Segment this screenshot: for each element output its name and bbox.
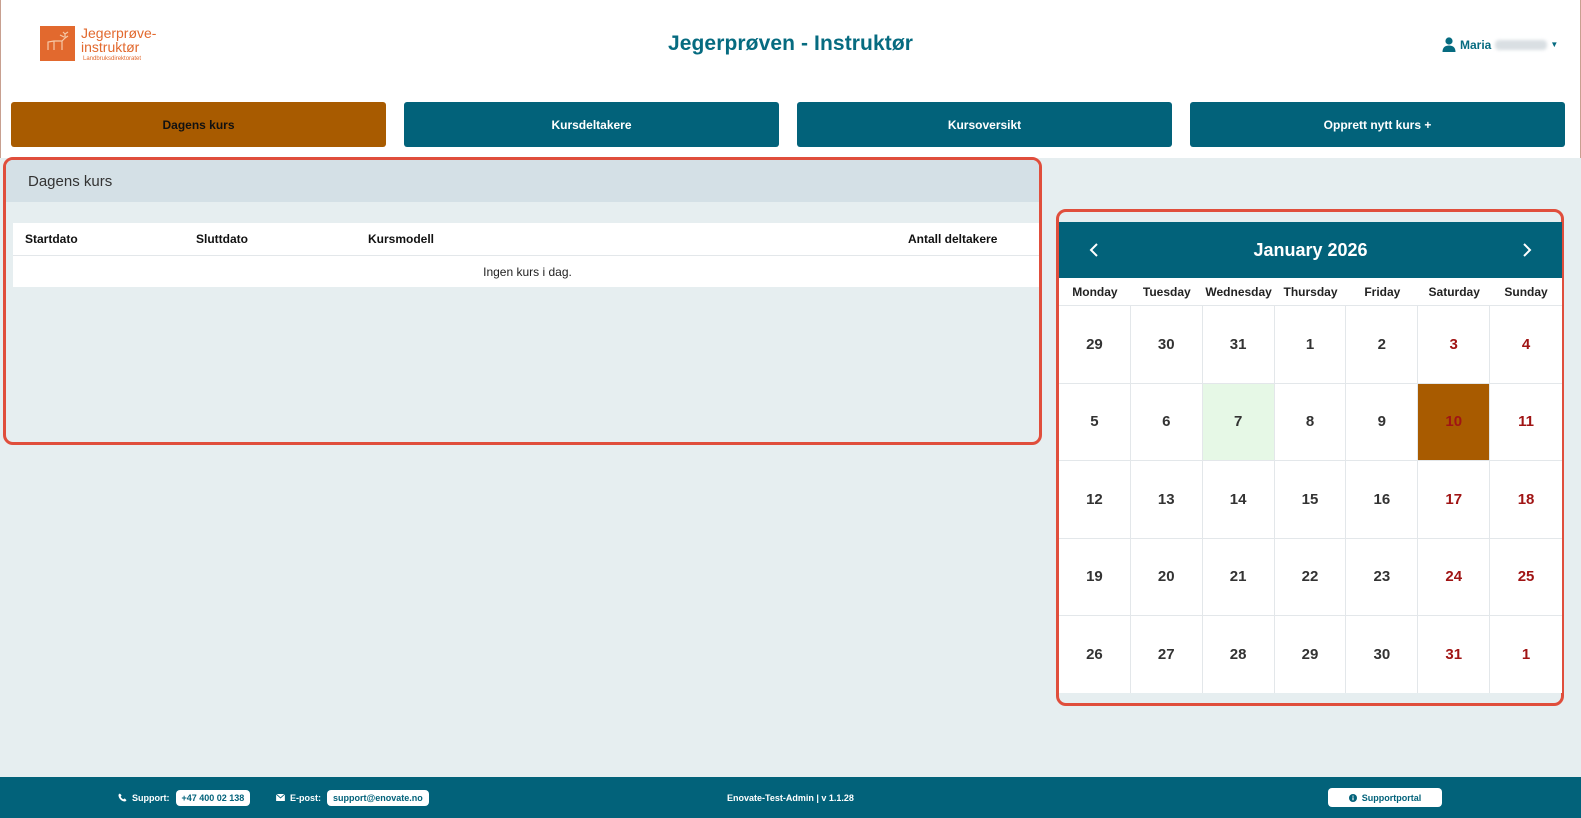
calendar-day[interactable]: 5 (1059, 383, 1131, 461)
support-portal-button[interactable]: Supportportal (1328, 788, 1442, 807)
column-header-startdato[interactable]: Startdato (25, 232, 78, 246)
calendar-day[interactable]: 3 (1418, 306, 1491, 384)
calendar-grid: 29 30 31 1 2 3 4 5 6 7 8 9 10 11 12 13 14 15 16 17 18 19 20 21 2… (1059, 306, 1562, 693)
calendar-day[interactable]: 27 (1130, 616, 1203, 693)
calendar-day[interactable]: 9 (1346, 383, 1419, 461)
calendar-day[interactable]: 28 (1202, 616, 1275, 693)
chevron-down-icon: ▼ (1550, 40, 1559, 49)
calendar-day[interactable]: 26 (1059, 616, 1131, 693)
calendar-day[interactable]: 10 (1418, 383, 1491, 461)
calendar-day[interactable]: 30 (1130, 306, 1203, 384)
tab-kursoversikt[interactable]: Kursoversikt (797, 102, 1172, 147)
weekday-saturday: Saturday (1418, 278, 1491, 306)
user-icon (1442, 37, 1456, 52)
logo-subtitle: Landbruksdirektoratet (83, 56, 142, 62)
todays-course-panel: Dagens kurs Startdato Sluttdato Kursmode… (3, 157, 1042, 445)
calendar-day[interactable]: 19 (1059, 538, 1131, 616)
calendar-day[interactable]: 23 (1346, 538, 1419, 616)
page-title: Jegerprøven - Instruktør (667, 32, 914, 55)
calendar-day[interactable]: 25 (1490, 539, 1562, 616)
weekday-wednesday: Wednesday (1202, 278, 1275, 306)
calendar-day[interactable]: 30 (1346, 616, 1419, 693)
calendar-day[interactable]: 11 (1490, 384, 1562, 461)
calendar-month-label: January 2026 (1253, 239, 1368, 260)
calendar-day[interactable]: 1 (1490, 616, 1562, 693)
user-name: Maria (1460, 37, 1492, 52)
column-header-kursmodell[interactable]: Kursmodell (368, 232, 434, 246)
calendar-day[interactable]: 31 (1202, 306, 1275, 384)
create-course-button[interactable]: Opprett nytt kurs + (1190, 102, 1565, 147)
panel-title: Dagens kurs (6, 160, 1039, 202)
support-portal-label: Supportportal (1361, 792, 1422, 803)
calendar-day[interactable]: 6 (1130, 383, 1203, 461)
weekday-sunday: Sunday (1490, 278, 1562, 306)
previous-month-button[interactable] (1074, 222, 1114, 278)
calendar-day[interactable]: 18 (1490, 461, 1562, 539)
calendar-day[interactable]: 4 (1490, 306, 1562, 384)
course-table: Startdato Sluttdato Kursmodell Antall de… (13, 223, 1039, 287)
calendar-day[interactable]: 1 (1274, 306, 1347, 384)
calendar: January 2026 Monday Tuesday Wednesday Thurs… (1059, 222, 1562, 693)
weekday-thursday: Thursday (1274, 278, 1347, 306)
calendar-day[interactable]: 13 (1130, 461, 1203, 539)
calendar-day[interactable]: 24 (1418, 538, 1491, 616)
chevron-right-icon (1523, 243, 1532, 257)
weekday-friday: Friday (1346, 278, 1419, 306)
calendar-day[interactable]: 16 (1346, 461, 1419, 539)
calendar-day[interactable]: 29 (1274, 616, 1347, 693)
empty-state-message: Ingen kurs i dag. (13, 256, 1039, 287)
calendar-day[interactable]: 29 (1059, 306, 1131, 384)
calendar-header: January 2026 (1059, 222, 1562, 278)
calendar-day[interactable]: 22 (1274, 538, 1347, 616)
app-footer: Support: +47 400 02 138 E-post: support@… (0, 777, 1581, 818)
calendar-day[interactable]: 20 (1130, 538, 1203, 616)
calendar-day[interactable]: 7 (1202, 383, 1275, 461)
weekday-header-row: Monday Tuesday Wednesday Thursday Friday Satu… (1059, 278, 1562, 306)
user-menu[interactable]: Maria ▼ (1442, 37, 1558, 52)
app-header: Jegerprøve- instruktør Landbruksdirektor… (0, 0, 1581, 158)
calendar-day[interactable]: 2 (1346, 306, 1419, 384)
chevron-left-icon (1089, 243, 1098, 257)
calendar-day[interactable]: 8 (1274, 383, 1347, 461)
table-header: Startdato Sluttdato Kursmodell Antall de… (13, 223, 1039, 256)
column-header-antall-deltakere[interactable]: Antall deltakere (908, 232, 997, 246)
weekday-tuesday: Tuesday (1130, 278, 1203, 306)
calendar-day[interactable]: 17 (1418, 461, 1491, 539)
tab-dagens-kurs[interactable]: Dagens kurs (11, 102, 386, 147)
calendar-day[interactable]: 14 (1202, 461, 1275, 539)
info-icon (1348, 793, 1357, 802)
calendar-day[interactable]: 15 (1274, 461, 1347, 539)
calendar-day[interactable]: 21 (1202, 538, 1275, 616)
column-header-sluttdato[interactable]: Sluttdato (196, 232, 248, 246)
user-surname-redacted (1495, 39, 1548, 50)
tab-kursdeltakere[interactable]: Kursdeltakere (404, 102, 779, 147)
next-month-button[interactable] (1507, 222, 1547, 278)
calendar-day[interactable]: 31 (1418, 616, 1491, 693)
calendar-day[interactable]: 12 (1059, 461, 1131, 539)
weekday-monday: Monday (1059, 278, 1131, 306)
